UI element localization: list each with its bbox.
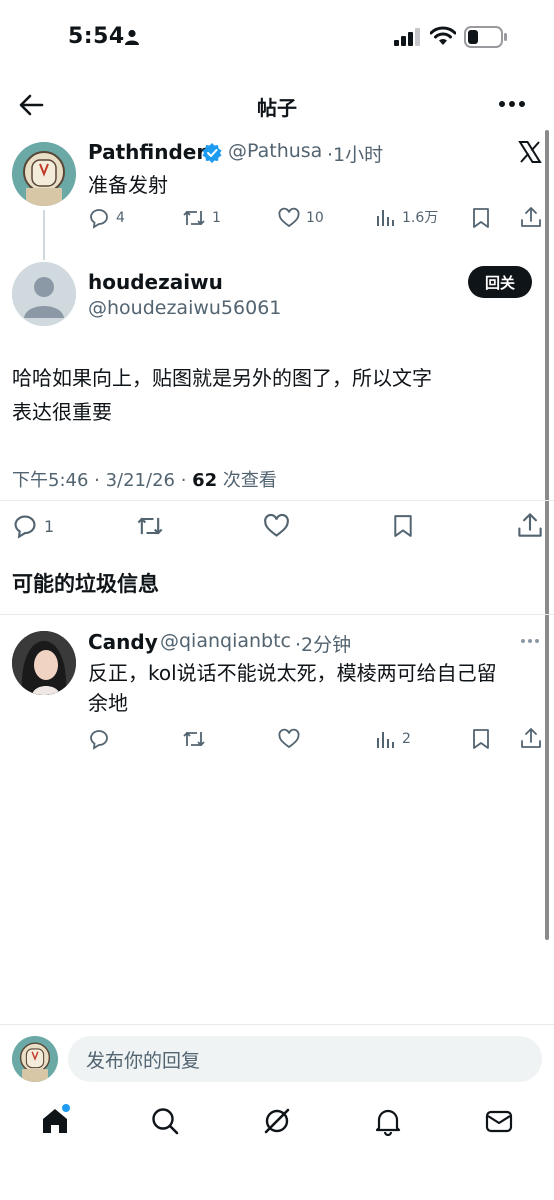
parent-like-count: 10 [306, 210, 324, 226]
main-author-name[interactable]: houdezaiwu [88, 270, 223, 294]
parent-reply-count: 4 [116, 210, 125, 226]
notifications-bell-icon[interactable] [373, 1106, 403, 1136]
reply-share-icon[interactable] [520, 727, 542, 749]
reply-reply-icon[interactable] [88, 728, 110, 750]
status-time: 5:54 [68, 24, 125, 49]
divider [0, 614, 554, 615]
notification-dot [62, 1104, 70, 1112]
houdezaiwu-avatar[interactable] [12, 262, 76, 326]
parent-bookmark-icon[interactable] [471, 207, 491, 229]
view-count: 62 [192, 470, 218, 491]
tweet-meta: 下午5:46 · 3/21/26 · 62 次查看 [12, 466, 277, 492]
reply-text-line2: 余地 [88, 691, 128, 715]
thread-line [43, 210, 45, 260]
parent-tweet-time: ·1小时 [327, 144, 384, 166]
follow-back-button[interactable]: 回关 [468, 266, 532, 298]
tweet-timestamp: 下午5:46 · 3/21/26 · [12, 470, 193, 491]
retweet-icon [182, 207, 206, 229]
reply-author-name[interactable]: Candy [88, 630, 158, 654]
main-retweet-icon[interactable] [136, 513, 164, 539]
parent-views-count: 1.6万 [402, 210, 439, 226]
main-like-icon[interactable] [263, 513, 290, 539]
views-chart-icon [376, 729, 396, 749]
main-tweet-text-line1: 哈哈如果向上，贴图就是另外的图了，所以文字 [12, 366, 432, 390]
reply-retweet-icon[interactable] [182, 728, 206, 750]
parent-share-icon[interactable] [520, 206, 542, 228]
reply-text-line1: 反正，kol说话不能说太死，模棱两可给自己留 [88, 661, 497, 685]
reply-input[interactable]: 发布你的回复 [68, 1036, 542, 1082]
main-share-icon[interactable] [517, 512, 543, 538]
main-bookmark-icon[interactable] [392, 513, 414, 539]
reply-more-icon[interactable] [520, 638, 540, 644]
reply-icon [88, 207, 110, 229]
pathfinder-avatar[interactable] [12, 142, 76, 206]
messages-icon[interactable] [484, 1106, 514, 1136]
parent-retweet-button[interactable]: 1 [182, 207, 221, 229]
search-icon[interactable] [150, 1106, 180, 1136]
signal-icon [394, 28, 422, 46]
verified-badge-icon [202, 143, 222, 163]
candy-avatar[interactable] [12, 631, 76, 695]
heart-icon [278, 207, 300, 229]
main-tweet-text-line2: 表达很重要 [12, 400, 112, 424]
reply-views-count: 2 [402, 731, 411, 747]
wifi-icon [430, 26, 456, 46]
view-count-label: 次查看 [217, 470, 277, 491]
views-chart-icon [376, 207, 396, 227]
parent-author-name[interactable]: Pathfinder [88, 140, 206, 164]
scrollbar[interactable] [545, 130, 549, 940]
main-author-handle[interactable]: @houdezaiwu56061 [88, 297, 281, 319]
parent-views-button[interactable]: 1.6万 [376, 207, 438, 227]
x-logo-icon [518, 140, 542, 164]
person-icon [124, 29, 140, 45]
parent-retweet-count: 1 [212, 210, 221, 226]
reply-time: ·2分钟 [295, 634, 352, 656]
parent-author-handle[interactable]: @Pathusa [228, 140, 322, 162]
battery-icon [464, 26, 508, 48]
my-avatar[interactable] [12, 1036, 58, 1082]
more-options-icon[interactable] [498, 100, 526, 108]
grok-icon[interactable] [262, 1106, 292, 1136]
parent-tweet-text: 准备发射 [88, 173, 168, 197]
page-title: 帖子 [257, 96, 297, 120]
reply-author-handle[interactable]: @qianqianbtc [160, 630, 291, 652]
parent-reply-button[interactable]: 4 [88, 207, 125, 229]
main-reply-count: 1 [44, 516, 55, 536]
reply-like-icon[interactable] [278, 728, 300, 750]
reply-views-button[interactable]: 2 [376, 729, 411, 749]
parent-like-button[interactable]: 10 [278, 207, 324, 229]
reply-icon [12, 513, 38, 539]
main-reply-button[interactable]: 1 [12, 513, 54, 539]
reply-bookmark-icon[interactable] [471, 728, 491, 750]
spam-section-heading[interactable]: 可能的垃圾信息 [12, 568, 159, 598]
divider [0, 1024, 554, 1025]
divider [0, 500, 554, 501]
